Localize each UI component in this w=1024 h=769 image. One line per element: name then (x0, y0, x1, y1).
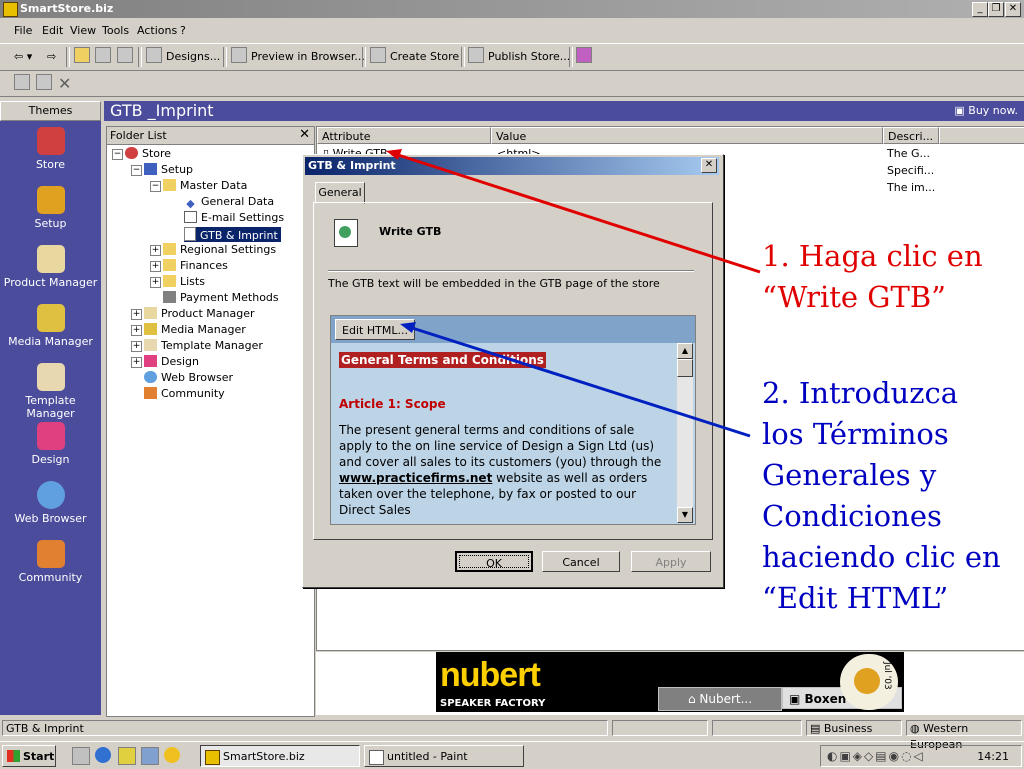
desktop-icon[interactable] (72, 747, 90, 765)
task-label: SmartStore.biz (223, 750, 305, 763)
annotation-line: 1. Haga clic en (762, 239, 983, 273)
task-smartstore[interactable]: SmartStore.biz (200, 745, 360, 767)
app-icon (205, 750, 220, 765)
tray-icons[interactable]: ◐▣◈◇▤◉◌◁ (827, 749, 925, 763)
task-paint[interactable]: untitled - Paint (364, 745, 524, 767)
annotation-line: los Términos (762, 417, 949, 451)
annotation-step2: 2. Introduzca los Términos Generales y C… (762, 373, 1001, 619)
blue-arrow (405, 324, 751, 438)
blue-arrowhead (400, 322, 416, 333)
task-label: untitled - Paint (387, 750, 468, 763)
status-category: ▤ Business (806, 720, 902, 736)
red-arrowhead (386, 149, 402, 160)
globe-icon: ◍ (910, 722, 924, 735)
status-encoding: ◍ Western European (906, 720, 1022, 751)
annotation-line: “Write GTB” (762, 280, 946, 314)
annotation-step1: 1. Haga clic en “Write GTB” (762, 236, 983, 318)
status-bar: GTB & Imprint ▤ Business ◍ Western Europ… (0, 719, 1024, 751)
annotation-line: 2. Introduzca (762, 376, 959, 410)
status-empty (612, 720, 708, 736)
media-player-icon[interactable] (164, 747, 180, 763)
windows-logo-icon (7, 750, 20, 762)
paint-icon (369, 750, 384, 765)
taskbar: Start SmartStore.biz untitled - Paint ◐▣… (0, 741, 1024, 769)
system-tray: ◐▣◈◇▤◉◌◁ 14:21 (820, 745, 1022, 767)
quicklaunch-icon[interactable] (141, 747, 159, 765)
clock: 14:21 (977, 750, 1009, 763)
annotation-line: Generales y (762, 458, 937, 492)
annotation-line: haciendo clic en (762, 540, 1001, 574)
status-empty (712, 720, 802, 736)
status-text: GTB & Imprint (2, 720, 608, 736)
category-label: Business (823, 722, 873, 735)
start-label: Start (23, 750, 55, 763)
red-arrow (391, 151, 761, 274)
outlook-icon[interactable] (118, 747, 136, 765)
start-button[interactable]: Start (2, 745, 56, 767)
category-icon: ▤ (810, 722, 824, 735)
annotation-line: Condiciones (762, 499, 942, 533)
ie-icon[interactable] (95, 747, 111, 763)
annotation-line: “Edit HTML” (762, 581, 949, 615)
